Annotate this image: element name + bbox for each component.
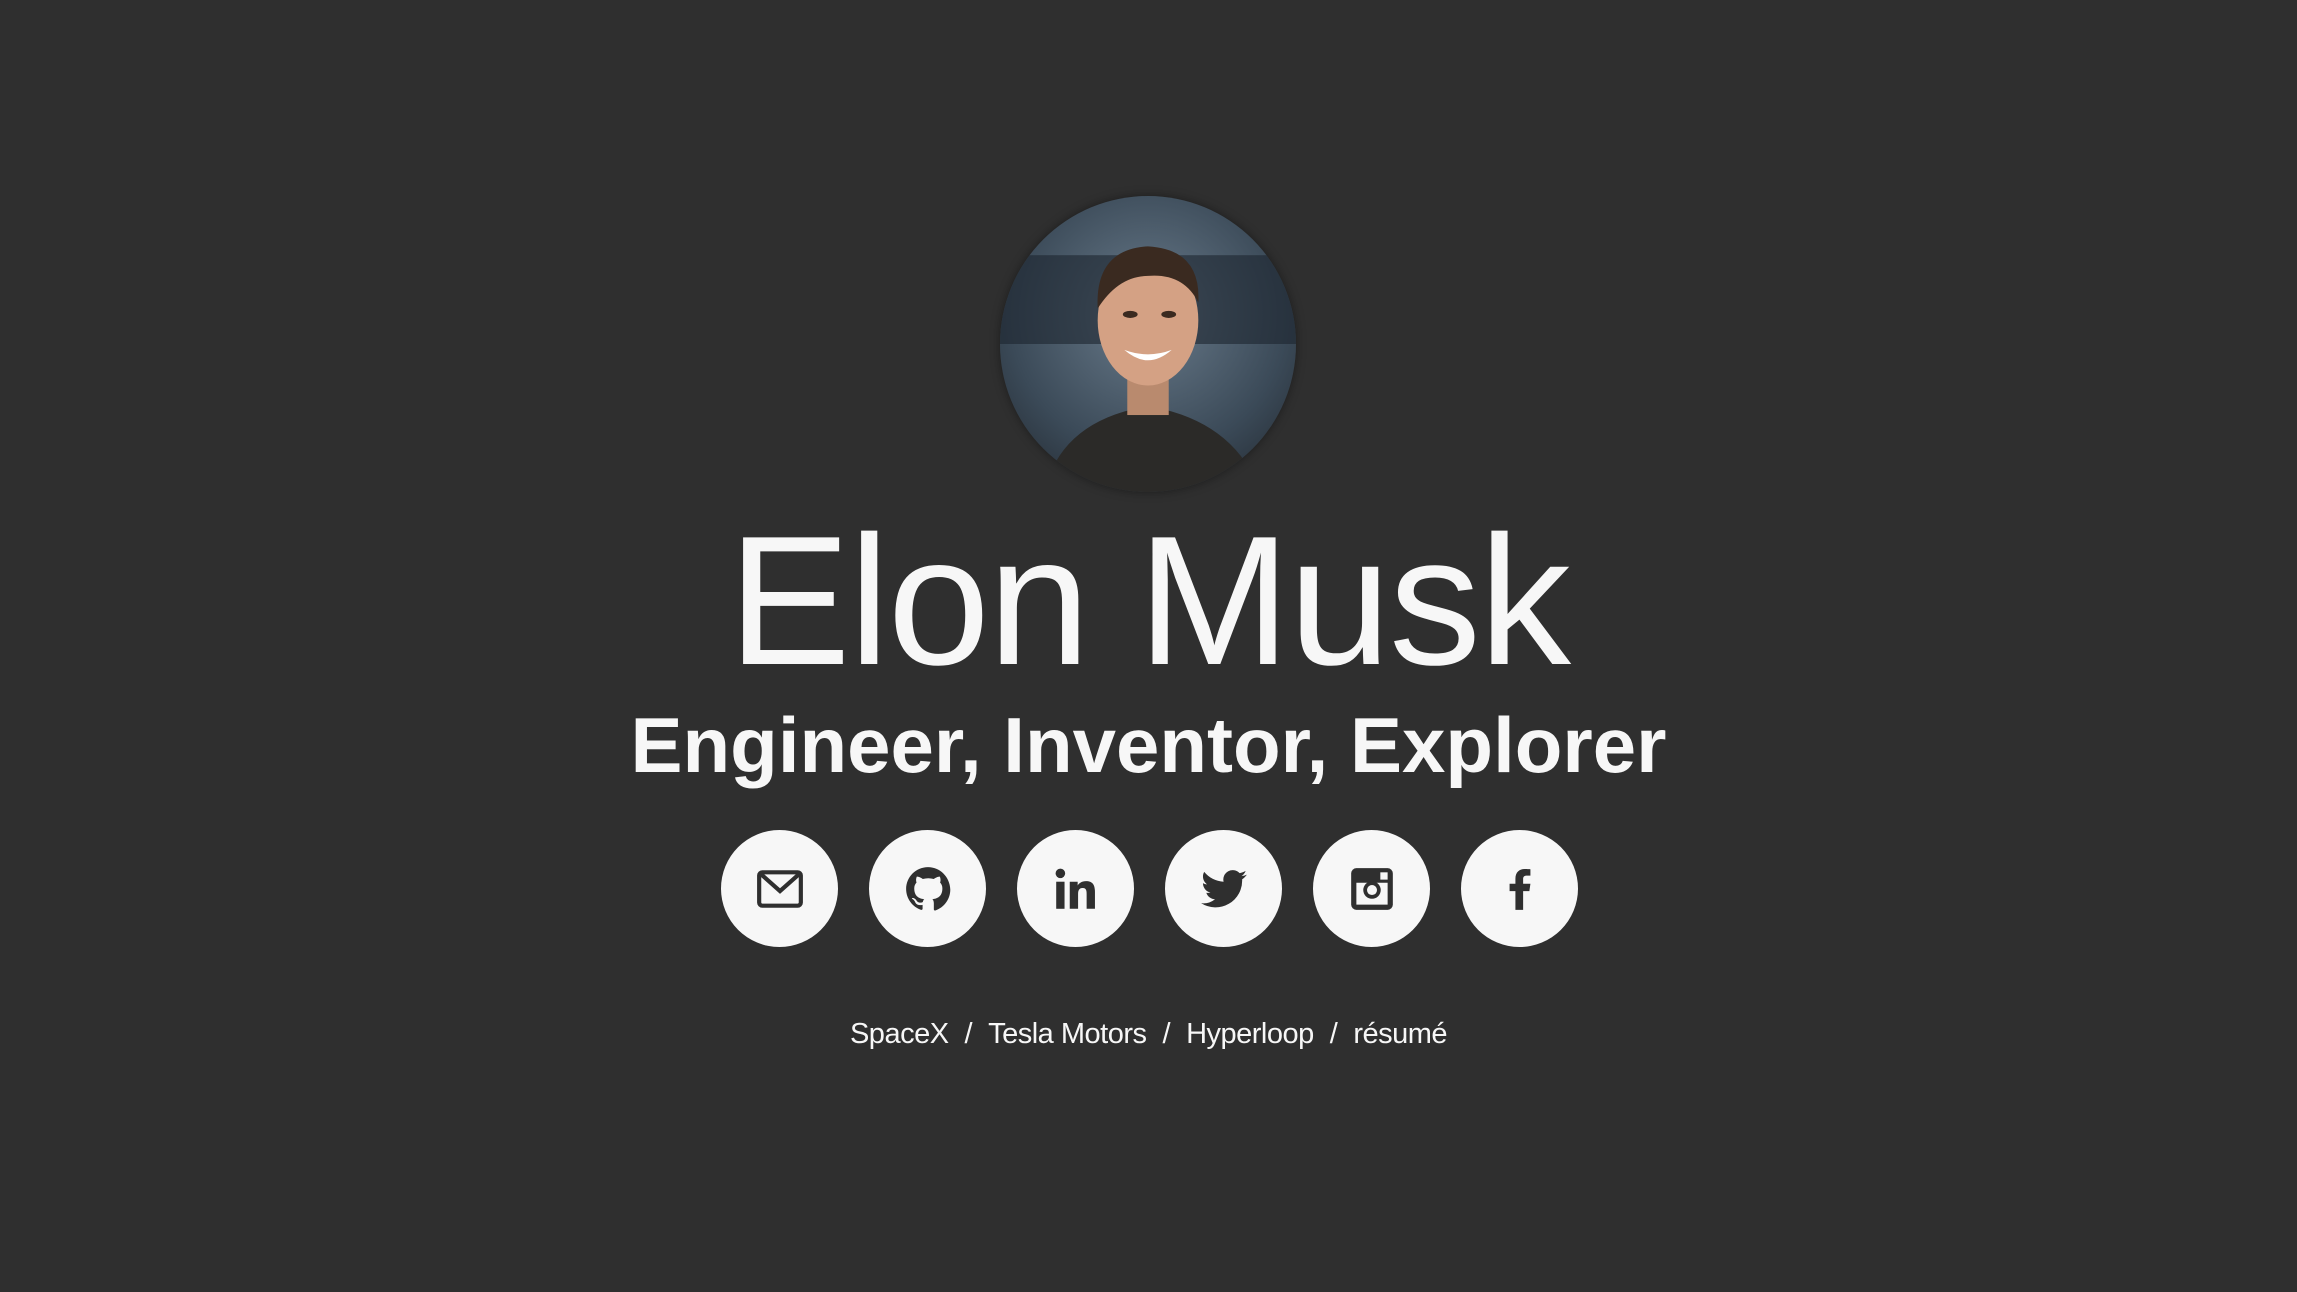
twitter-button[interactable] bbox=[1165, 830, 1282, 947]
link-spacex[interactable]: SpaceX bbox=[850, 1018, 949, 1050]
link-resume[interactable]: résumé bbox=[1353, 1018, 1447, 1050]
github-button[interactable] bbox=[869, 830, 986, 947]
facebook-icon bbox=[1509, 868, 1530, 910]
profile-photo bbox=[1000, 196, 1296, 492]
footer-links: SpaceX / Tesla Motors / Hyperloop / résumé bbox=[0, 1014, 2297, 1054]
instagram-icon bbox=[1350, 867, 1393, 910]
linkedin-button[interactable] bbox=[1017, 830, 1134, 947]
link-tesla-motors[interactable]: Tesla Motors bbox=[988, 1018, 1147, 1050]
facebook-button[interactable] bbox=[1461, 830, 1578, 947]
portrait-image bbox=[1000, 246, 1296, 492]
envelope-icon bbox=[756, 869, 803, 908]
email-button[interactable] bbox=[721, 830, 838, 947]
separator: / bbox=[1162, 1018, 1171, 1050]
profile-subtitle: Engineer, Inventor, Explorer bbox=[630, 701, 1667, 789]
link-hyperloop[interactable]: Hyperloop bbox=[1186, 1018, 1314, 1050]
linkedin-icon bbox=[1055, 868, 1095, 909]
github-icon bbox=[905, 866, 950, 910]
twitter-icon bbox=[1200, 869, 1247, 907]
separator: / bbox=[1329, 1018, 1338, 1050]
social-links bbox=[721, 830, 1578, 947]
profile-name: Elon Musk bbox=[728, 497, 1571, 703]
instagram-button[interactable] bbox=[1313, 830, 1430, 947]
separator: / bbox=[964, 1018, 973, 1050]
